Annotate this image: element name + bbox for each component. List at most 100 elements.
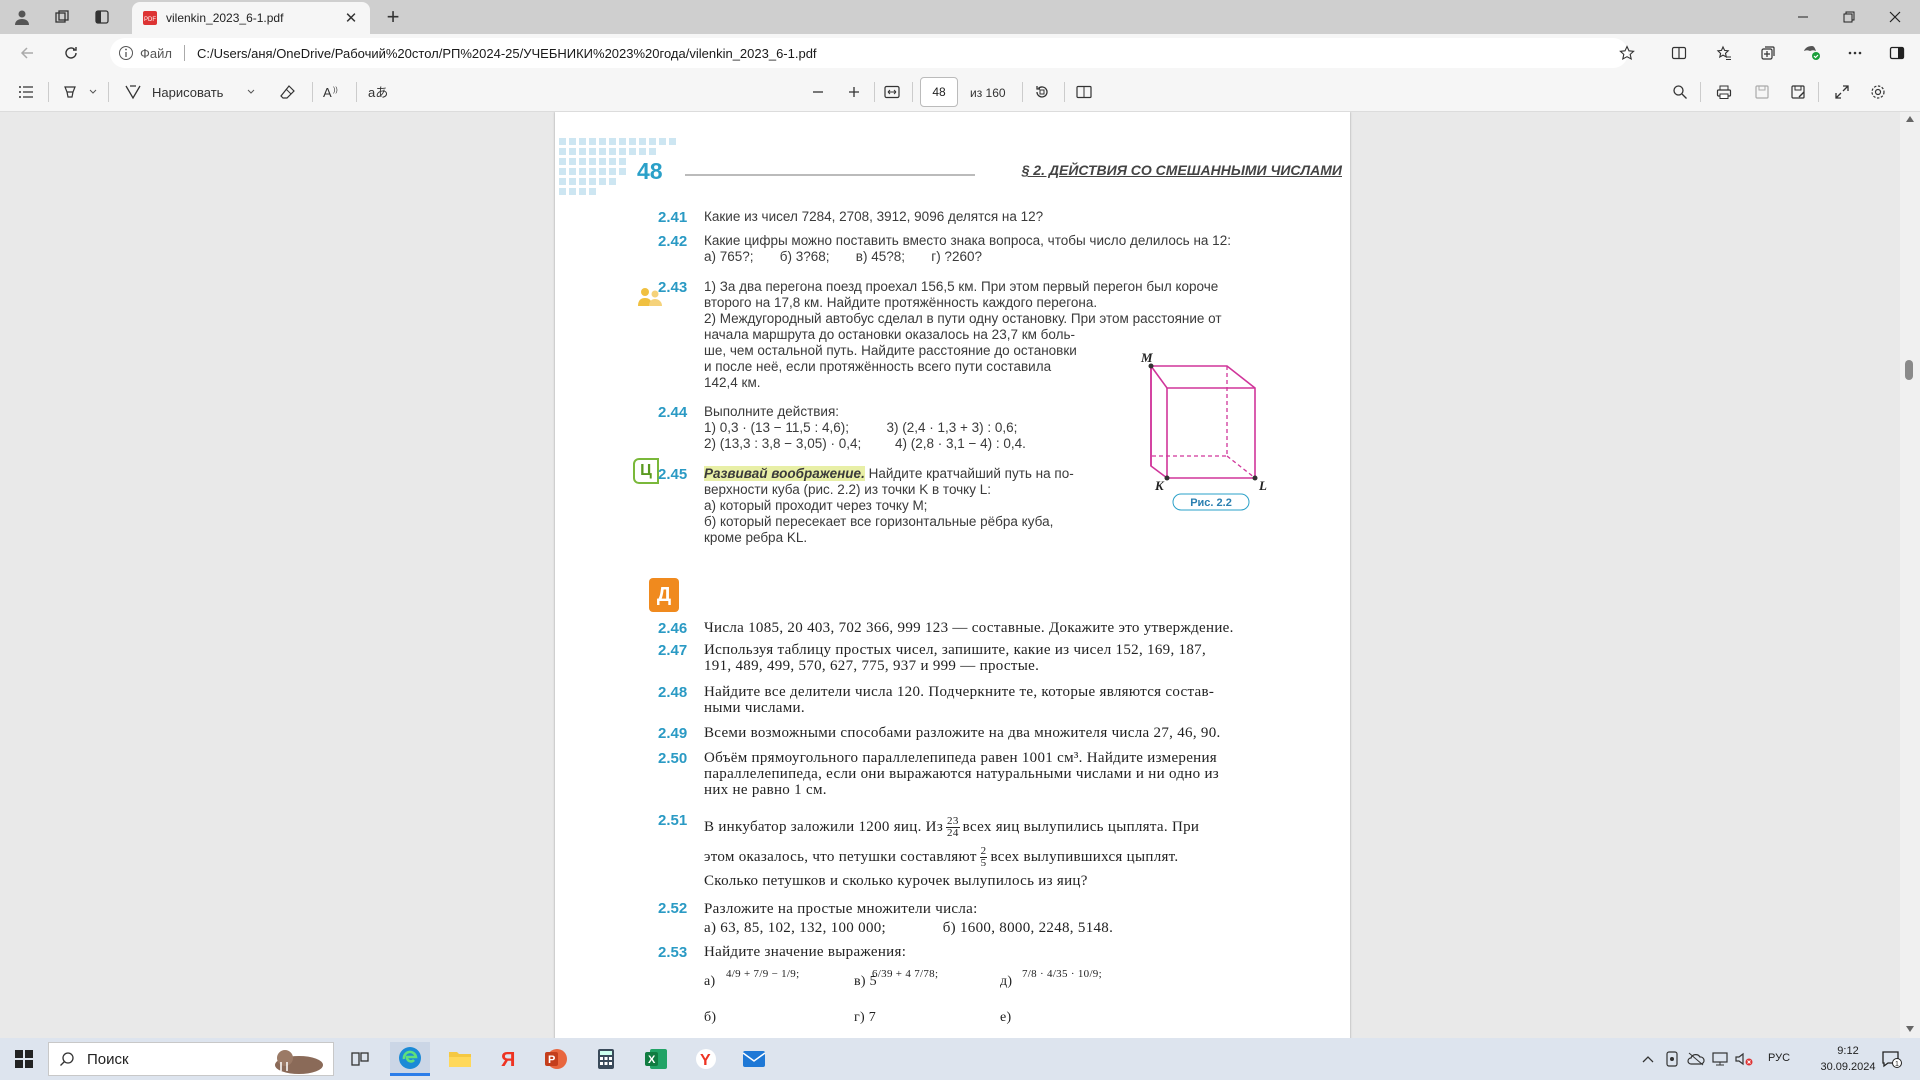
tab-active[interactable]: PDF vilenkin_2023_6-1.pdf ✕ [132, 2, 370, 34]
read-aloud-icon[interactable]: A)) [320, 80, 344, 104]
find-search-icon[interactable] [1668, 80, 1692, 104]
collections-icon[interactable] [1753, 38, 1783, 68]
profile-icon[interactable] [8, 5, 36, 29]
favorites-icon[interactable] [1709, 38, 1739, 68]
contents-list-icon[interactable] [14, 80, 38, 104]
problem-number: 2.47 [658, 642, 688, 659]
close-window-button[interactable] [1872, 0, 1918, 34]
taskbar-search[interactable]: Поиск [48, 1042, 334, 1076]
close-tab-icon[interactable]: ✕ [342, 9, 360, 27]
problem-2-52: 2.52 Разложите на простые множители числ… [658, 900, 1350, 936]
problem-number: 2.42 [658, 233, 688, 250]
split-screen-icon[interactable] [1664, 38, 1694, 68]
language-indicator[interactable]: РУС [1768, 1052, 1790, 1064]
save-as-icon[interactable] [1786, 80, 1810, 104]
svg-text:Я: Я [501, 1049, 515, 1070]
highlight-options-chevron-icon[interactable] [86, 80, 100, 104]
info-icon[interactable] [118, 45, 134, 61]
clock-date: 30.09.2024 [1820, 1061, 1876, 1073]
address-bar[interactable]: Файл C:/Users/аня/OneDrive/Рабочий%20сто… [110, 38, 1628, 68]
page-total: из 160 [970, 86, 1006, 100]
clock[interactable]: 9:12 30.09.2024 [1818, 1043, 1878, 1075]
print-icon[interactable] [1712, 80, 1736, 104]
zoom-in-icon[interactable] [842, 80, 866, 104]
taskbar: Поиск Я P X Y РУС 9:12 30.09.2024 1 [0, 1038, 1920, 1080]
problem-number: 2.46 [658, 620, 688, 637]
tab-title: vilenkin_2023_6-1.pdf [166, 11, 284, 25]
rotate-icon[interactable] [1030, 80, 1054, 104]
browser-essentials-icon[interactable] [1797, 38, 1827, 68]
settings-gear-icon[interactable] [1866, 80, 1890, 104]
fullscreen-icon[interactable] [1830, 80, 1854, 104]
mail-icon[interactable] [734, 1042, 774, 1076]
page-view-icon[interactable] [1072, 80, 1096, 104]
yandex-icon[interactable]: Y [686, 1042, 726, 1076]
section-title: § 2. ДЕЙСТВИЯ СО СМЕШАННЫМИ ЧИСЛАМИ [1021, 162, 1342, 178]
edge-browser-icon[interactable] [390, 1042, 430, 1076]
save-icon[interactable] [1750, 80, 1774, 104]
badge-d: Д [649, 578, 679, 612]
translate-icon[interactable]: аあ [364, 80, 392, 104]
tab-actions-icon[interactable] [88, 5, 116, 29]
svg-text:1: 1 [1895, 1061, 1899, 1068]
network-icon[interactable] [1708, 1042, 1732, 1076]
problem-text: Найдите значение выражения: а) 4/9 + 7/9… [704, 944, 1304, 1025]
problem-number: 2.50 [658, 750, 688, 767]
excel-icon[interactable]: X [636, 1042, 676, 1076]
calculator-icon[interactable] [586, 1042, 626, 1076]
new-tab-button[interactable]: + [380, 4, 406, 29]
volume-muted-icon[interactable] [1732, 1042, 1756, 1076]
svg-text:P: P [548, 1054, 555, 1066]
task-view-icon[interactable] [340, 1042, 380, 1076]
more-menu-icon[interactable] [1840, 38, 1870, 68]
fit-page-icon[interactable] [880, 80, 904, 104]
problem-number: 2.49 [658, 725, 688, 742]
svg-text:)): )) [333, 87, 338, 94]
pdf-viewer[interactable]: 48 § 2. ДЕЙСТВИЯ СО СМЕШАННЫМИ ЧИСЛАМИ 2… [0, 112, 1920, 1038]
eraser-icon[interactable] [276, 80, 300, 104]
powerpoint-icon[interactable]: P [536, 1042, 576, 1076]
page-number-input[interactable]: 48 [920, 77, 958, 107]
onedrive-icon[interactable] [1684, 1042, 1708, 1076]
file-label: Файл [140, 45, 172, 61]
windows-start-icon[interactable] [4, 1042, 44, 1076]
refresh-icon[interactable] [56, 38, 86, 68]
problem-number: 2.43 [658, 279, 688, 296]
problem-text: Используя таблицу простых чисел, запишит… [704, 642, 1207, 674]
yandex-browser-icon[interactable]: Я [488, 1042, 528, 1076]
zoom-out-icon[interactable] [806, 80, 830, 104]
problem-2-47: 2.47 Используя таблицу простых чисел, за… [658, 642, 1350, 676]
restore-button[interactable] [1826, 0, 1872, 34]
highlight-icon[interactable] [58, 80, 82, 104]
problem-text: Разложите на простые множители числа: а) … [704, 901, 1114, 936]
draw-options-chevron-icon[interactable] [244, 80, 258, 104]
pdf-page: 48 § 2. ДЕЙСТВИЯ СО СМЕШАННЫМИ ЧИСЛАМИ 2… [555, 112, 1350, 1038]
draw-pen-icon [124, 84, 142, 100]
problem-2-53: 2.53 Найдите значение выражения: а) 4/9 … [658, 944, 1350, 1038]
problem-text: Объём прямоугольного параллелепипеда рав… [704, 750, 1220, 798]
back-icon[interactable] [12, 38, 42, 68]
show-hidden-icons-chevron-icon[interactable] [1636, 1042, 1660, 1076]
problem-text: Какие цифры можно поставить вместо знака… [704, 233, 1231, 264]
pdf-file-icon: PDF [142, 10, 158, 26]
file-explorer-icon[interactable] [440, 1042, 480, 1076]
problem-text: Числа 1085, 20 403, 702 366, 999 123 — с… [704, 620, 1234, 636]
search-label: Поиск [87, 1050, 129, 1068]
problem-2-41: 2.41 Какие из чисел 7284, 2708, 3912, 90… [658, 209, 1350, 227]
expression-row: б) г) 7 е) [704, 1010, 1012, 1025]
minimize-button[interactable] [1780, 0, 1826, 34]
expression-row: а) 4/9 + 7/9 − 1/9; в) 5 6/39 + 4 7/78; … [704, 968, 1102, 989]
scrollbar-thumb[interactable] [1905, 360, 1913, 380]
workspaces-icon[interactable] [48, 5, 76, 29]
walrus-illustration-icon [265, 1045, 329, 1075]
badge-c: Ц [633, 458, 659, 484]
address-url[interactable]: C:/Users/аня/OneDrive/Рабочий%20стол/РП%… [197, 46, 817, 61]
tray-app-icon[interactable] [1660, 1042, 1684, 1076]
notifications-icon[interactable]: 1 [1874, 1042, 1910, 1076]
vertex-k-label: K [1154, 478, 1165, 493]
problem-number: 2.41 [658, 209, 688, 226]
favorite-star-icon[interactable] [1612, 38, 1642, 68]
vertical-scrollbar[interactable] [1900, 112, 1920, 1038]
sidebar-toggle-icon[interactable] [1882, 38, 1912, 68]
tab-strip: PDF vilenkin_2023_6-1.pdf ✕ + [0, 0, 1920, 34]
